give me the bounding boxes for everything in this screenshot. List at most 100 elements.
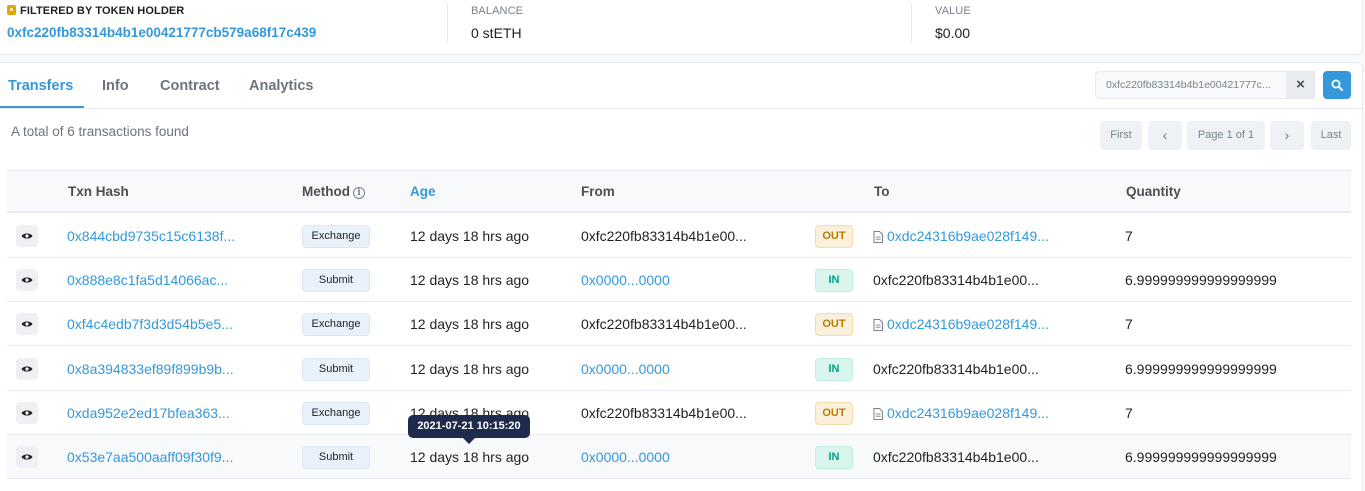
table-row: 0x844cbd9735c15c6138f... Exchange 12 days … — [7, 214, 1351, 258]
search-icon — [1331, 79, 1343, 91]
to-address-text: 0xfc220fb83314b4b1e00... — [873, 449, 1039, 465]
from-address[interactable]: 0x0000...0000 — [581, 271, 670, 289]
eye-icon — [21, 454, 33, 460]
contract-file-icon — [873, 319, 883, 332]
from-address[interactable]: 0x0000...0000 — [581, 448, 670, 466]
to-address: 0xfc220fb83314b4b1e00... — [873, 360, 1039, 378]
view-details-button[interactable] — [16, 269, 38, 292]
age-cell: 12 days 18 hrs ago — [410, 228, 530, 244]
to-address-text: 0xdc24316b9ae028f149... — [887, 316, 1049, 333]
contract-file-icon — [873, 231, 883, 243]
direction-badge: IN — [815, 446, 853, 469]
age-tooltip: 2021-07-21 10:15:20 — [408, 415, 530, 444]
search-button[interactable] — [1323, 71, 1351, 99]
header-age[interactable]: Age — [410, 183, 436, 201]
balance-column: BALANCE 0 stETH — [471, 4, 523, 42]
value-column: VALUE $0.00 — [935, 4, 971, 42]
direction-badge: OUT — [815, 401, 853, 425]
eye-icon — [21, 233, 33, 239]
tab-transfers[interactable]: Transfers — [8, 76, 73, 96]
divider — [447, 3, 448, 43]
to-address[interactable]: 0xdc24316b9ae028f149... — [873, 227, 1049, 245]
prev-page-button[interactable]: ‹ — [1148, 121, 1182, 150]
holder-column: FILTERED BY TOKEN HOLDER 0xfc220fb83314b… — [7, 4, 316, 42]
tab-info[interactable]: Info — [102, 76, 129, 96]
token-holder-filter-card: FILTERED BY TOKEN HOLDER 0xfc220fb83314b… — [0, 0, 1363, 55]
view-details-button[interactable] — [16, 313, 38, 336]
eye-icon — [21, 366, 33, 372]
first-page-button[interactable]: First — [1100, 121, 1142, 150]
from-address: 0xfc220fb83314b4b1e00... — [581, 404, 747, 421]
clear-search-button[interactable]: × — [1286, 71, 1315, 99]
quantity-cell: 6.999999999999999999 — [1125, 449, 1277, 465]
method-badge: Submit — [302, 269, 370, 293]
txn-hash-link[interactable]: 0xf4c4edb7f3d3d54b5e5... — [67, 315, 233, 333]
tab-contract[interactable]: Contract — [160, 76, 220, 96]
table-row: 0x8a394833ef89f899b9b... Submit 12 days 18… — [7, 346, 1351, 391]
page-indicator: Page 1 of 1 — [1187, 121, 1265, 150]
to-address-text: 0xdc24316b9ae028f149... — [887, 404, 1049, 421]
value-amount: $0.00 — [935, 25, 971, 41]
table-row: 0xda952e2ed17bfea363... Exchange 12 days 1… — [7, 390, 1351, 435]
to-address: 0xfc220fb83314b4b1e00... — [873, 271, 1039, 289]
view-details-button[interactable] — [16, 225, 38, 247]
method-badge: Exchange — [302, 225, 370, 248]
header-method-label: Method — [302, 184, 350, 199]
table-header: Txn Hash Method i Age From To Quantity — [7, 170, 1351, 213]
to-address[interactable]: 0xdc24316b9ae028f149... — [873, 404, 1049, 422]
eye-icon — [21, 277, 33, 283]
quantity-cell: 6.999999999999999999 — [1125, 360, 1277, 377]
holder-label: FILTERED BY TOKEN HOLDER — [20, 5, 185, 17]
table-row: 0x888e8c1fa5d14066ac... Submit 12 days 18 … — [7, 258, 1351, 303]
tab-analytics[interactable]: Analytics — [249, 76, 313, 96]
header-quantity: Quantity — [1126, 184, 1181, 199]
transfers-card: Transfers Info Contract Analytics 0xfc22… — [0, 62, 1363, 491]
method-badge: Submit — [302, 446, 370, 469]
method-badge: Exchange — [302, 313, 370, 337]
to-address[interactable]: 0xdc24316b9ae028f149... — [873, 315, 1049, 333]
to-address-text: 0xfc220fb83314b4b1e00... — [873, 360, 1039, 377]
to-address-text: 0xfc220fb83314b4b1e00... — [873, 272, 1039, 289]
last-page-button[interactable]: Last — [1311, 121, 1351, 150]
balance-label: BALANCE — [471, 5, 524, 17]
to-address-text: 0xdc24316b9ae028f149... — [887, 228, 1049, 244]
quantity-cell: 7 — [1125, 404, 1133, 421]
txn-hash-link[interactable]: 0x844cbd9735c15c6138f... — [67, 227, 235, 245]
age-cell: 12 days 18 hrs ago — [410, 272, 530, 289]
txn-hash-link[interactable]: 0xda952e2ed17bfea363... — [67, 404, 230, 422]
tab-bar: Transfers Info Contract Analytics 0xfc22… — [0, 63, 1362, 109]
table-row: 0x53e7aa500aaff09f30f9... Submit 12 days 1… — [7, 435, 1351, 479]
quantity-cell: 6.999999999999999999 — [1125, 272, 1277, 289]
view-details-button[interactable] — [16, 446, 38, 468]
balance-value: 0 stETH — [471, 25, 522, 41]
quantity-cell: 7 — [1125, 316, 1133, 333]
holder-address-link[interactable]: 0xfc220fb83314b4b1e00421777cb579a68f17c4… — [7, 24, 316, 42]
header-method: Method i — [302, 183, 365, 201]
search-input[interactable]: 0xfc220fb83314b4b1e00421777c... — [1095, 71, 1315, 99]
eye-icon — [21, 321, 33, 327]
header-to: To — [874, 184, 890, 199]
info-icon[interactable]: i — [353, 187, 365, 199]
eye-icon — [21, 410, 33, 416]
txn-hash-link[interactable]: 0x53e7aa500aaff09f30f9... — [67, 448, 233, 466]
from-address[interactable]: 0x0000...0000 — [581, 360, 670, 378]
direction-badge: OUT — [815, 313, 853, 337]
view-details-button[interactable] — [16, 357, 38, 380]
contract-file-icon — [873, 407, 883, 420]
direction-badge: OUT — [815, 225, 853, 248]
holder-label-row: FILTERED BY TOKEN HOLDER — [7, 4, 316, 18]
divider — [911, 3, 912, 43]
next-page-button[interactable]: › — [1270, 121, 1304, 150]
txn-hash-link[interactable]: 0x8a394833ef89f899b9b... — [67, 360, 234, 378]
view-details-button[interactable] — [16, 401, 38, 424]
table-row: 0xf4c4edb7f3d3d54b5e5... Exchange 12 days … — [7, 302, 1351, 347]
age-cell: 12 days 18 hrs ago — [410, 449, 530, 465]
from-address: 0xfc220fb83314b4b1e00... — [581, 316, 747, 333]
method-badge: Exchange — [302, 401, 370, 425]
direction-badge: IN — [815, 357, 853, 381]
to-address: 0xfc220fb83314b4b1e00... — [873, 448, 1039, 466]
transaction-count: A total of 6 transactions found — [11, 124, 189, 139]
age-cell: 12 days 18 hrs ago — [410, 316, 530, 333]
txn-hash-link[interactable]: 0x888e8c1fa5d14066ac... — [67, 271, 228, 289]
header-from: From — [581, 184, 615, 199]
